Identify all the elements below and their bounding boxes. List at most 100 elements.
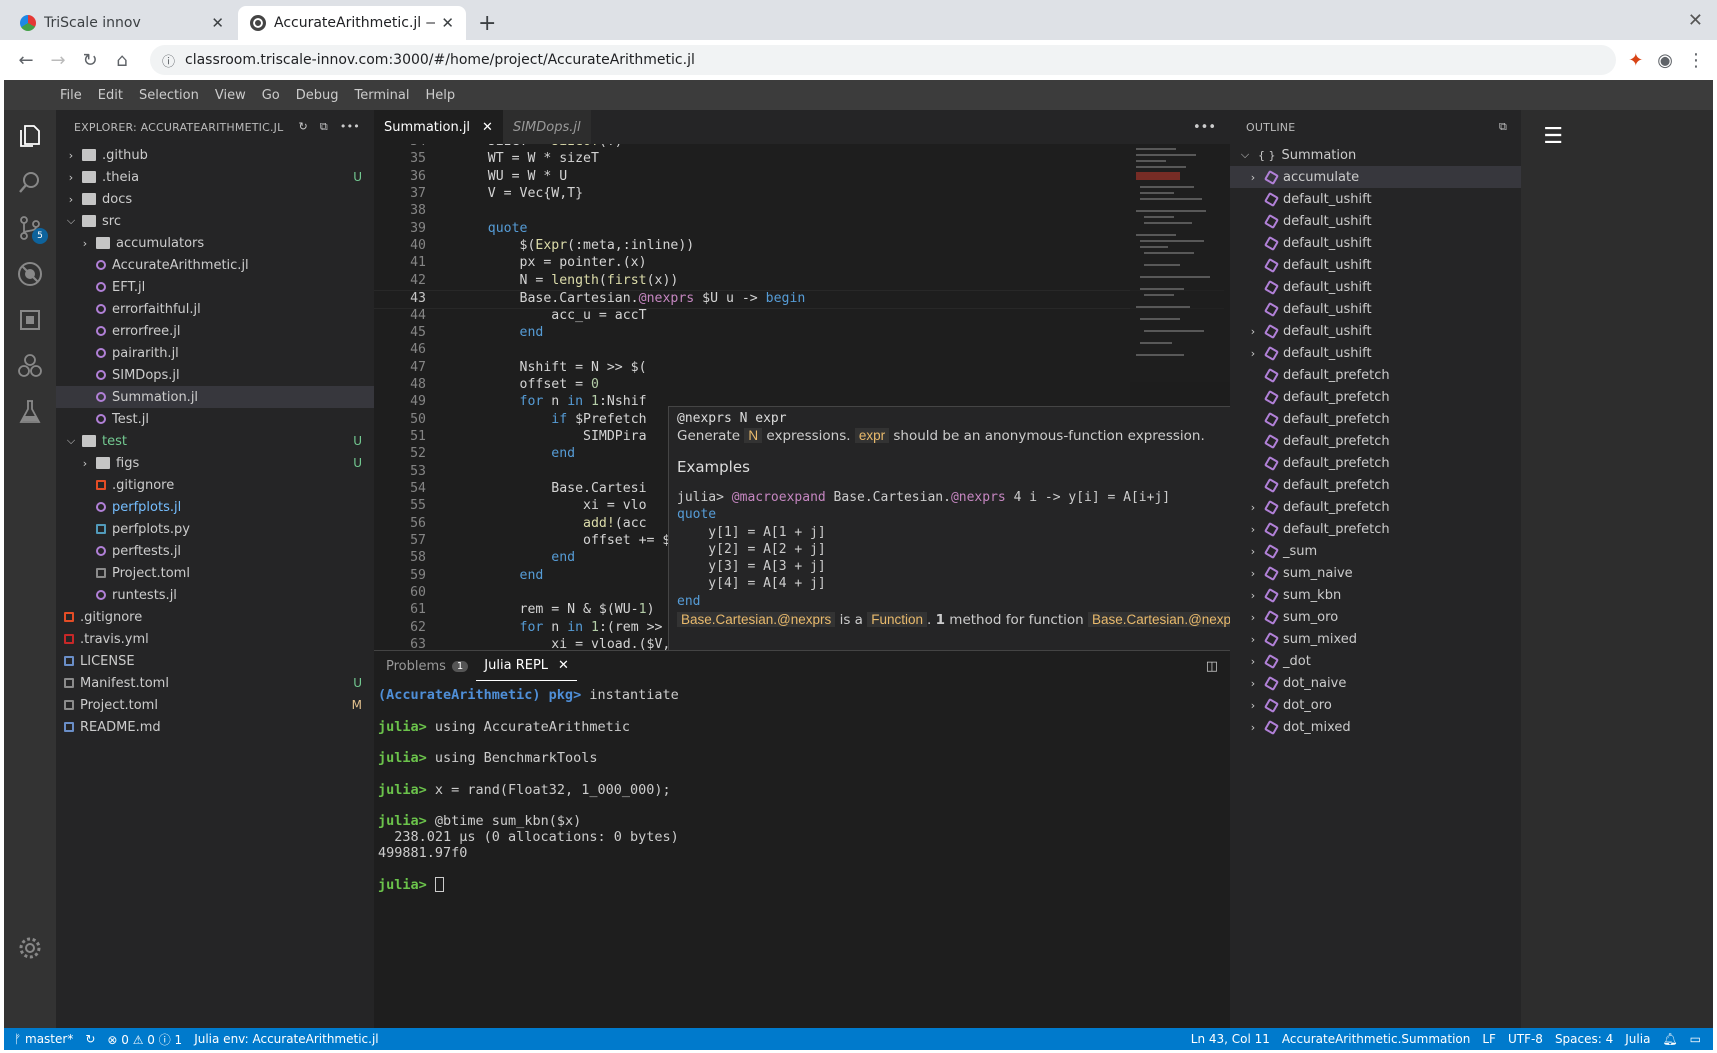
close-tab-icon[interactable]: ✕ bbox=[441, 14, 454, 32]
menu-help[interactable]: Help bbox=[425, 88, 455, 103]
tree-item[interactable]: .travis.yml bbox=[56, 628, 374, 650]
module-scope[interactable]: AccurateArithmetic.Summation bbox=[1282, 1032, 1470, 1046]
code-line[interactable]: 42 N = length(first(x)) bbox=[374, 273, 1224, 292]
search-icon[interactable] bbox=[12, 164, 48, 200]
outline-view-icon[interactable]: ☰ bbox=[1543, 124, 1563, 149]
more-actions-icon[interactable]: ••• bbox=[340, 120, 360, 134]
outline-item[interactable]: › _dot bbox=[1230, 650, 1521, 672]
tree-item[interactable]: LICENSE bbox=[56, 650, 374, 672]
notifications-icon[interactable]: 🔔︎ bbox=[1662, 1032, 1677, 1046]
tree-item[interactable]: README.md bbox=[56, 716, 374, 738]
tree-item[interactable]: pairarith.jl bbox=[56, 342, 374, 364]
julia-repl[interactable]: (AccurateArithmetic) pkg> instantiate jul… bbox=[374, 681, 1230, 899]
close-repl-icon[interactable]: ✕ bbox=[558, 658, 569, 673]
line-ending[interactable]: LF bbox=[1482, 1032, 1496, 1046]
outline-item[interactable]: default_ushift bbox=[1230, 298, 1521, 320]
reload-icon[interactable]: ↻ bbox=[76, 46, 104, 74]
outline-item[interactable]: default_ushift bbox=[1230, 188, 1521, 210]
outline-item[interactable]: › default_ushift bbox=[1230, 342, 1521, 364]
git-branch[interactable]: ᚠ master* bbox=[14, 1032, 73, 1046]
close-editor-icon[interactable]: ✕ bbox=[482, 120, 493, 135]
tree-item[interactable]: AccurateArithmetic.jl bbox=[56, 254, 374, 276]
tree-item[interactable]: Summation.jl bbox=[56, 386, 374, 408]
sync-icon[interactable]: ↻ bbox=[85, 1032, 95, 1046]
menu-edit[interactable]: Edit bbox=[98, 88, 123, 103]
code-line[interactable]: 37 V = Vec{W,T} bbox=[374, 186, 1224, 205]
outline-item[interactable]: default_prefetch bbox=[1230, 386, 1521, 408]
tree-item[interactable]: SIMDops.jl bbox=[56, 364, 374, 386]
tree-item[interactable]: › .github bbox=[56, 144, 374, 166]
code-line[interactable]: 46 bbox=[374, 342, 1224, 361]
collapse-outline-icon[interactable]: ⧉ bbox=[1499, 120, 1507, 134]
code-line[interactable]: 43 Base.Cartesian.@nexprs $U u -> begin bbox=[374, 290, 1224, 309]
code-line[interactable]: 48 offset = 0 bbox=[374, 377, 1224, 396]
extension-icon[interactable]: ✦ bbox=[1628, 50, 1643, 71]
tree-item[interactable]: ⌵ test U bbox=[56, 430, 374, 452]
code-line[interactable]: 36 WU = W * U bbox=[374, 169, 1224, 188]
editor-tab-simdops[interactable]: SIMDops.jl bbox=[502, 110, 591, 144]
outline-item[interactable]: › dot_oro bbox=[1230, 694, 1521, 716]
code-line[interactable]: 40 $(Expr(:meta,:inline)) bbox=[374, 238, 1224, 257]
tree-item[interactable]: Project.toml bbox=[56, 562, 374, 584]
menu-debug[interactable]: Debug bbox=[296, 88, 339, 103]
outline-item[interactable]: › default_ushift bbox=[1230, 320, 1521, 342]
site-info-icon[interactable]: ⓘ bbox=[162, 51, 175, 70]
menu-go[interactable]: Go bbox=[262, 88, 280, 103]
outline-item[interactable]: default_ushift bbox=[1230, 232, 1521, 254]
tree-item[interactable]: errorfree.jl bbox=[56, 320, 374, 342]
editor-more-icon[interactable]: ••• bbox=[1193, 120, 1216, 135]
outline-item[interactable]: › _sum bbox=[1230, 540, 1521, 562]
outline-item[interactable]: default_prefetch bbox=[1230, 474, 1521, 496]
code-line[interactable]: 41 px = pointer.(x) bbox=[374, 255, 1224, 274]
profile-icon[interactable]: ◉ bbox=[1657, 50, 1673, 71]
tree-item[interactable]: EFT.jl bbox=[56, 276, 374, 298]
outline-item[interactable]: › sum_mixed bbox=[1230, 628, 1521, 650]
tree-item[interactable]: perftests.jl bbox=[56, 540, 374, 562]
problems-summary[interactable]: ⊗ 0 ⚠ 0 ⓘ 1 bbox=[107, 1031, 182, 1048]
tree-item[interactable]: › docs bbox=[56, 188, 374, 210]
tab-julia-repl[interactable]: Julia REPL ✕ bbox=[476, 651, 577, 681]
outline-item[interactable]: › sum_kbn bbox=[1230, 584, 1521, 606]
code-line[interactable]: 44 acc_u = accT bbox=[374, 308, 1224, 327]
outline-item[interactable]: › default_prefetch bbox=[1230, 496, 1521, 518]
back-icon[interactable]: ← bbox=[12, 46, 40, 74]
outline-item[interactable]: default_prefetch bbox=[1230, 452, 1521, 474]
browser-menu-icon[interactable]: ⋮ bbox=[1687, 50, 1705, 71]
code-line[interactable]: 35 WT = W * sizeT bbox=[374, 151, 1224, 170]
tree-item[interactable]: runtests.jl bbox=[56, 584, 374, 606]
julia-explorer-icon[interactable] bbox=[12, 348, 48, 384]
tree-item[interactable]: .gitignore bbox=[56, 474, 374, 496]
menu-selection[interactable]: Selection bbox=[139, 88, 199, 103]
tree-item[interactable]: perfplots.py bbox=[56, 518, 374, 540]
files-icon[interactable] bbox=[12, 118, 48, 154]
code-line[interactable]: 45 end bbox=[374, 325, 1224, 344]
code-line[interactable]: 39 quote bbox=[374, 221, 1224, 240]
menu-view[interactable]: View bbox=[215, 88, 246, 103]
tree-item[interactable]: perfplots.jl bbox=[56, 496, 374, 518]
editor-tab-summation[interactable]: Summation.jl ✕ bbox=[374, 110, 503, 144]
code-line[interactable]: 38 bbox=[374, 203, 1224, 222]
outline-item[interactable]: default_ushift bbox=[1230, 254, 1521, 276]
menu-terminal[interactable]: Terminal bbox=[355, 88, 410, 103]
menu-file[interactable]: File bbox=[60, 88, 82, 103]
tree-item[interactable]: › accumulators bbox=[56, 232, 374, 254]
tree-item[interactable]: › .theia U bbox=[56, 166, 374, 188]
refresh-icon[interactable]: ↻ bbox=[298, 120, 307, 134]
tree-item[interactable]: ⌵ src bbox=[56, 210, 374, 232]
outline-root[interactable]: ⌵{ } Summation bbox=[1230, 144, 1521, 166]
tab-problems[interactable]: Problems 1 bbox=[378, 651, 476, 681]
indentation[interactable]: Spaces: 4 bbox=[1555, 1032, 1613, 1046]
outline-item[interactable]: default_prefetch bbox=[1230, 408, 1521, 430]
debug-icon[interactable] bbox=[12, 256, 48, 292]
outline-item[interactable]: › sum_oro bbox=[1230, 606, 1521, 628]
forward-icon[interactable]: → bbox=[44, 46, 72, 74]
outline-item[interactable]: › dot_naive bbox=[1230, 672, 1521, 694]
settings-gear-icon[interactable] bbox=[12, 930, 48, 966]
tree-item[interactable]: .gitignore bbox=[56, 606, 374, 628]
language-mode[interactable]: Julia bbox=[1625, 1032, 1650, 1046]
cursor-position[interactable]: Ln 43, Col 11 bbox=[1191, 1032, 1270, 1046]
tree-item[interactable]: Manifest.toml U bbox=[56, 672, 374, 694]
outline-item[interactable]: default_prefetch bbox=[1230, 430, 1521, 452]
tree-item[interactable]: errorfaithful.jl bbox=[56, 298, 374, 320]
close-tab-icon[interactable]: ✕ bbox=[211, 14, 224, 32]
